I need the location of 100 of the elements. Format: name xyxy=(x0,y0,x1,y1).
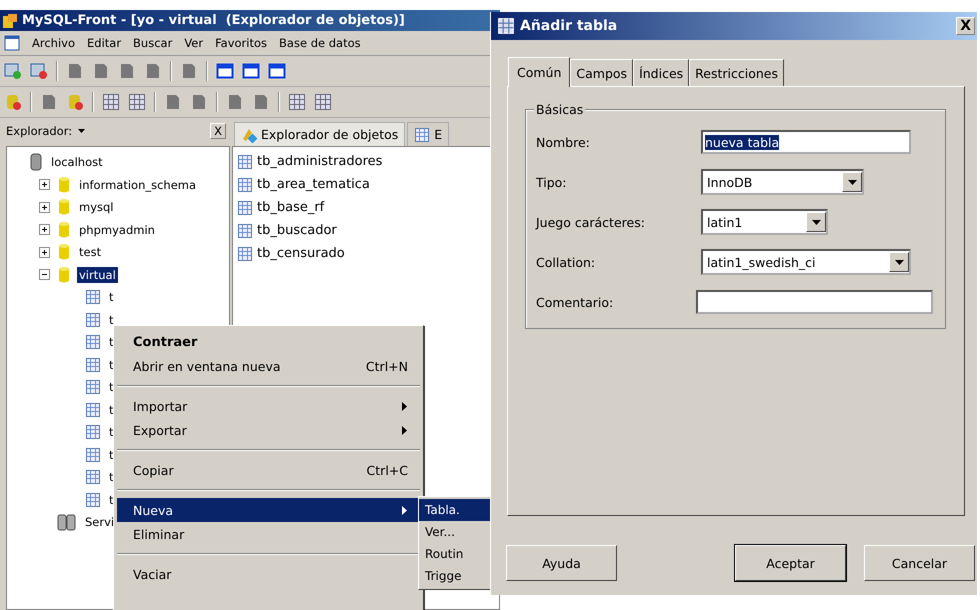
table-icon xyxy=(85,379,101,396)
menu-item[interactable]: Ver... xyxy=(419,521,490,543)
object-item[interactable]: tb_base_rf xyxy=(257,200,324,215)
tree-item[interactable]: t xyxy=(107,379,116,396)
window-layout-icon[interactable] xyxy=(216,62,234,80)
menu-item[interactable]: Routin xyxy=(419,543,490,565)
dropdown-caret-icon[interactable] xyxy=(842,172,862,192)
tab[interactable]: Restricciones xyxy=(689,59,784,86)
tree-item[interactable]: t xyxy=(107,356,116,373)
menu-item[interactable]: Base de datos xyxy=(279,36,361,50)
database-icon[interactable] xyxy=(4,93,22,111)
tree-item[interactable]: t xyxy=(107,334,116,350)
dropdown-caret-icon[interactable] xyxy=(889,252,909,272)
close-button[interactable]: X xyxy=(210,123,226,139)
menu-item[interactable]: Nueva xyxy=(117,498,420,522)
document-icon[interactable] xyxy=(144,62,162,80)
window-icon[interactable] xyxy=(4,35,20,51)
group-label: Básicas xyxy=(534,102,586,117)
tree-item[interactable]: t xyxy=(107,446,116,463)
tree-item[interactable]: t xyxy=(107,492,116,508)
dialog-button[interactable]: Ayuda xyxy=(506,545,617,581)
table-icon xyxy=(85,334,101,350)
document-icon[interactable] xyxy=(118,62,136,80)
menu-item[interactable]: Ver xyxy=(184,36,204,50)
tab[interactable]: Índices xyxy=(633,59,690,86)
menu-item[interactable]: Importar xyxy=(117,394,420,418)
expander-icon[interactable] xyxy=(39,269,50,280)
tree-item[interactable]: t xyxy=(107,402,116,418)
dropdown[interactable]: latin1 xyxy=(701,209,828,235)
grid-icon[interactable] xyxy=(102,93,120,111)
document-icon[interactable] xyxy=(190,93,208,111)
tree-item[interactable]: mysql xyxy=(77,199,116,216)
database-icon[interactable] xyxy=(30,62,48,80)
close-button[interactable]: X xyxy=(956,17,975,35)
menu-item[interactable]: Exportar xyxy=(117,418,420,442)
menu-item[interactable]: Vaciar xyxy=(117,562,420,586)
document-icon[interactable] xyxy=(252,93,270,111)
dropdown-caret-icon[interactable] xyxy=(78,129,86,133)
menu-item[interactable]: Abrir en ventana nueva Ctrl+N xyxy=(117,354,420,378)
tab[interactable]: Explorador de objetos xyxy=(234,122,406,146)
document-icon[interactable] xyxy=(164,93,182,111)
table-icon xyxy=(237,200,253,216)
expander-icon[interactable] xyxy=(39,179,50,190)
menu-item[interactable]: Favoritos xyxy=(215,36,268,50)
tree-item[interactable]: test xyxy=(77,244,104,260)
menu-item[interactable]: Eliminar xyxy=(117,522,420,546)
menu-item[interactable]: Editar xyxy=(87,36,122,50)
dropdown-caret-icon[interactable] xyxy=(806,212,826,232)
object-item[interactable]: tb_administradores xyxy=(257,154,382,169)
tab[interactable]: Campos xyxy=(570,59,634,86)
dropdown[interactable]: latin1_swedish_ci xyxy=(701,249,911,275)
expander-icon[interactable] xyxy=(39,202,50,213)
expander-icon[interactable] xyxy=(39,246,50,258)
tree-item[interactable]: information_schema xyxy=(77,176,198,193)
table-icon xyxy=(237,154,253,170)
tree-item[interactable]: t xyxy=(107,312,116,328)
document-icon[interactable] xyxy=(66,62,84,80)
grid-icon[interactable] xyxy=(314,93,332,111)
tree-item[interactable]: virtual xyxy=(77,266,118,283)
dropdown[interactable]: InnoDB xyxy=(701,169,864,195)
object-item[interactable]: tb_area_tematica xyxy=(257,177,370,192)
table-icon xyxy=(85,402,101,418)
database-icon xyxy=(57,266,71,284)
tab[interactable]: Común xyxy=(508,57,570,87)
table-icon xyxy=(237,246,253,262)
tree-item[interactable]: t xyxy=(107,424,116,440)
table-icon xyxy=(85,289,101,306)
document-icon[interactable] xyxy=(180,62,198,80)
menu-item[interactable]: Buscar xyxy=(133,36,172,50)
grid-icon[interactable] xyxy=(288,93,306,111)
input-field[interactable]: nueva tabla xyxy=(701,130,911,154)
grid-icon[interactable] xyxy=(128,93,146,111)
menu-item[interactable]: Contraer xyxy=(117,330,420,354)
explorer-label: Explorador: xyxy=(6,124,72,138)
menu-item[interactable]: Trigge xyxy=(419,565,490,587)
dialog-button[interactable]: Cancelar xyxy=(864,545,975,581)
document-icon[interactable] xyxy=(226,93,244,111)
tree-item[interactable]: phpmyadmin xyxy=(77,222,157,238)
menu-item[interactable]: Archivo xyxy=(32,36,75,50)
tab[interactable]: E xyxy=(407,122,450,146)
object-item[interactable]: tb_censurado xyxy=(257,246,345,261)
window-layout-icon[interactable] xyxy=(268,62,286,80)
menu-item[interactable]: Tabla. xyxy=(419,499,490,521)
servers-icon xyxy=(57,513,77,532)
tree-item[interactable]: localhost xyxy=(49,154,105,170)
dialog-button[interactable]: Aceptar xyxy=(735,545,846,581)
menu-item[interactable]: Copiar Ctrl+C xyxy=(117,458,420,482)
tree-item[interactable]: t xyxy=(107,289,116,306)
input-field[interactable] xyxy=(696,290,933,314)
database-icon[interactable] xyxy=(4,62,22,80)
tree-item[interactable]: t xyxy=(107,469,116,486)
document-icon[interactable] xyxy=(40,93,58,111)
tree-item[interactable]: Servi xyxy=(83,514,116,530)
expander-icon[interactable] xyxy=(39,224,50,236)
document-icon[interactable] xyxy=(92,62,110,80)
object-item[interactable]: tb_buscador xyxy=(257,223,337,238)
window-layout-icon[interactable] xyxy=(242,62,260,80)
server-icon xyxy=(29,153,43,172)
database-icon[interactable] xyxy=(66,93,84,111)
table-icon xyxy=(85,424,101,440)
